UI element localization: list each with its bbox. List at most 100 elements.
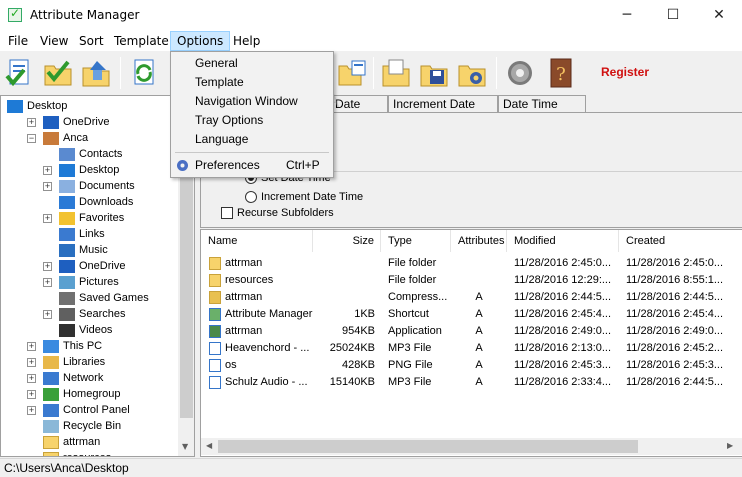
tree-item[interactable]: Saved Games [1,290,177,306]
tree-item[interactable]: Recycle Bin [1,418,177,434]
tree-item[interactable]: Desktop [1,98,177,114]
tab-increment-date-time[interactable]: Increment Date Time [388,95,498,127]
cell-type: Compress... [388,291,448,303]
tab-date-time[interactable]: Date Time [330,95,388,127]
collapse-icon[interactable]: − [27,134,36,143]
folder-check-icon[interactable] [42,56,74,90]
maximize-button[interactable]: ☐ [650,0,696,31]
folder-tree[interactable]: Desktop + OneDrive − Anca Contacts + Desktop + Do… [0,95,195,457]
expand-icon[interactable]: + [27,390,36,399]
tree-item[interactable]: attrman [1,434,177,450]
tree-item[interactable]: + Libraries [1,354,177,370]
minimize-button[interactable]: ─ [604,0,650,31]
tree-item[interactable]: + This PC [1,338,177,354]
column-header-type[interactable]: Type [381,230,451,252]
svg-text:?: ? [556,64,566,85]
scroll-right-icon[interactable]: ▶ [727,441,733,450]
file-row[interactable]: Attribute Manager 1KB Shortcut A 11/28/2016 … [201,306,742,323]
menu-item-tray-options[interactable]: Tray Options [171,111,333,130]
expand-icon[interactable]: + [43,262,52,271]
scroll-left-icon[interactable]: ◀ [206,441,212,450]
menu-options[interactable]: Options [170,31,231,51]
cell-size [313,289,375,306]
file-row[interactable]: attrman 954KB Application A 11/28/2016 2:49:… [201,323,742,340]
tree-item[interactable]: + Favorites [1,210,177,226]
gear-icon [177,160,188,171]
refresh-icon[interactable] [128,56,160,90]
network-icon [43,372,59,385]
file-row[interactable]: attrman File folder 11/28/2016 2:45:0... 11… [201,255,742,272]
expand-icon[interactable]: + [27,374,36,383]
tree-item[interactable]: − Anca [1,130,177,146]
tree-item[interactable]: + Documents [1,178,177,194]
tree-item[interactable]: + Desktop [1,162,177,178]
home-folder-icon[interactable] [80,56,112,90]
tree-item[interactable]: + OneDrive [1,258,177,274]
menu-item-preferences[interactable]: Preferences Ctrl+P [171,156,333,175]
tree-item[interactable]: Downloads [1,194,177,210]
tree-item[interactable]: Links [1,226,177,242]
column-header-attributes[interactable]: Attributes [451,230,507,252]
tree-item[interactable]: + Pictures [1,274,177,290]
menu-item-general[interactable]: General [171,54,333,73]
folder-settings-icon[interactable] [456,56,488,90]
tree-item[interactable]: + Network [1,370,177,386]
tree-item[interactable]: resources [1,450,177,456]
tree-item[interactable]: Contacts [1,146,177,162]
file-row[interactable]: Heavenchord - ... 25024KB MP3 File A 11/28/2… [201,340,742,357]
tree-item[interactable]: + OneDrive [1,114,177,130]
tree-item-label: resources [63,450,111,456]
tree-item[interactable]: + Homegroup [1,386,177,402]
gear-icon[interactable] [504,56,536,90]
document-check-icon[interactable] [4,56,36,90]
mp3-icon [209,342,221,355]
menu-file[interactable]: File [2,31,34,51]
tree-item[interactable]: Music [1,242,177,258]
cell-type: PNG File [388,359,433,371]
expand-icon[interactable]: + [43,310,52,319]
expand-icon[interactable]: + [43,182,52,191]
column-header-name[interactable]: Name [201,230,313,252]
column-header-modified[interactable]: Modified [507,230,619,252]
tree-item[interactable]: Videos [1,322,177,338]
tree-item-label: Downloads [79,196,134,208]
list-scrollbar-thumb[interactable] [218,440,638,453]
file-list[interactable]: Name Size Type Attributes Modified Creat… [200,229,742,457]
open-folder-icon[interactable] [380,56,412,90]
help-book-icon[interactable]: ? [545,56,577,90]
tree-item-label: Network [63,372,104,384]
column-header-created[interactable]: Created [619,230,742,252]
tab-date-time-mask[interactable]: Date Time Mask [498,95,586,127]
menu-item-navigation-window[interactable]: Navigation Window [171,92,333,111]
expand-icon[interactable]: + [43,214,52,223]
menu-item-template[interactable]: Template [171,73,333,92]
register-link[interactable]: Register [601,65,649,79]
tree-item[interactable]: + Control Panel [1,402,177,418]
save-folder-icon[interactable] [418,56,450,90]
scroll-down-icon[interactable]: ▼ [182,442,188,451]
file-row[interactable]: os 428KB PNG File A 11/28/2016 2:45:3... 11/2… [201,357,742,374]
file-row[interactable]: Schulz Audio - ... 15140KB MP3 File A 11/28/… [201,374,742,391]
file-row[interactable]: attrman Compress... A 11/28/2016 2:44:5... 1… [201,289,742,306]
increment-date-time-radio[interactable] [245,191,257,203]
menu-item-language[interactable]: Language [171,130,333,149]
expand-icon[interactable]: + [27,342,36,351]
tree-item-label: Desktop [27,100,68,112]
expand-icon[interactable]: + [43,166,52,175]
menu-view[interactable]: View [34,31,74,51]
menu-template[interactable]: Template [108,31,175,51]
cell-created: 11/28/2016 2:49:0... [626,325,724,337]
menu-sort[interactable]: Sort [73,31,110,51]
close-button[interactable]: ✕ [696,0,742,31]
expand-icon[interactable]: + [27,358,36,367]
expand-icon[interactable]: + [27,406,36,415]
expand-icon[interactable]: + [43,278,52,287]
folder-document-icon[interactable] [337,56,369,90]
file-row[interactable]: resources File folder 11/28/2016 12:29:...… [201,272,742,289]
list-scrollbar[interactable]: ◀ ▶ [201,438,742,455]
expand-icon[interactable]: + [27,118,36,127]
menu-help[interactable]: Help [227,31,266,51]
column-header-size[interactable]: Size [313,230,381,252]
tree-item[interactable]: + Searches [1,306,177,322]
recurse-subfolders-checkbox[interactable] [221,207,233,219]
